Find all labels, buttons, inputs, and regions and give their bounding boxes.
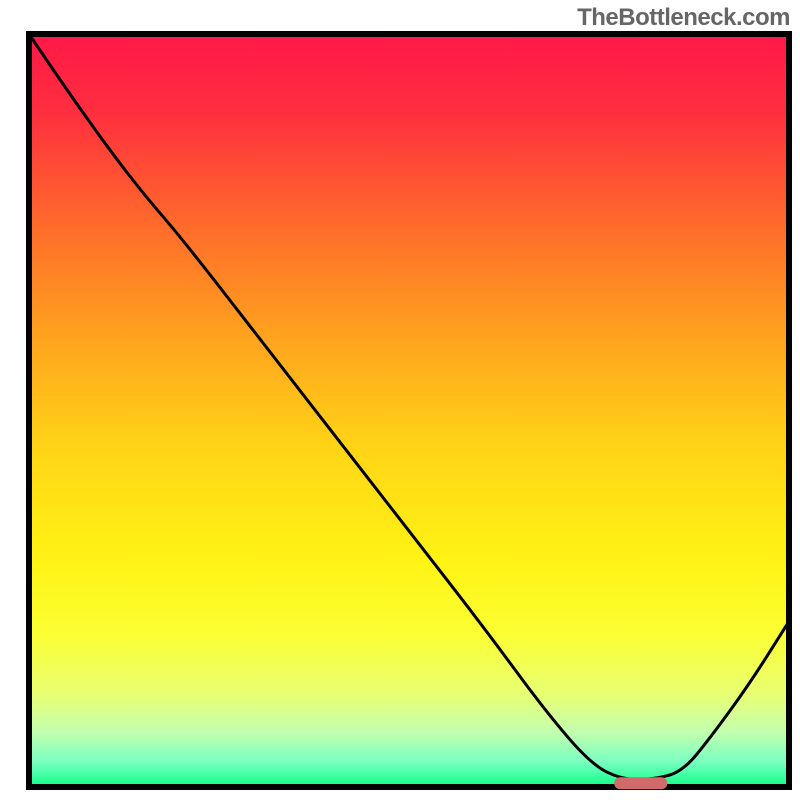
plot-background: [32, 37, 786, 784]
optimal-marker: [614, 777, 667, 789]
chart-container: TheBottleneck.com: [0, 0, 800, 800]
bottleneck-chart: [0, 0, 800, 800]
watermark-text: TheBottleneck.com: [577, 4, 790, 32]
